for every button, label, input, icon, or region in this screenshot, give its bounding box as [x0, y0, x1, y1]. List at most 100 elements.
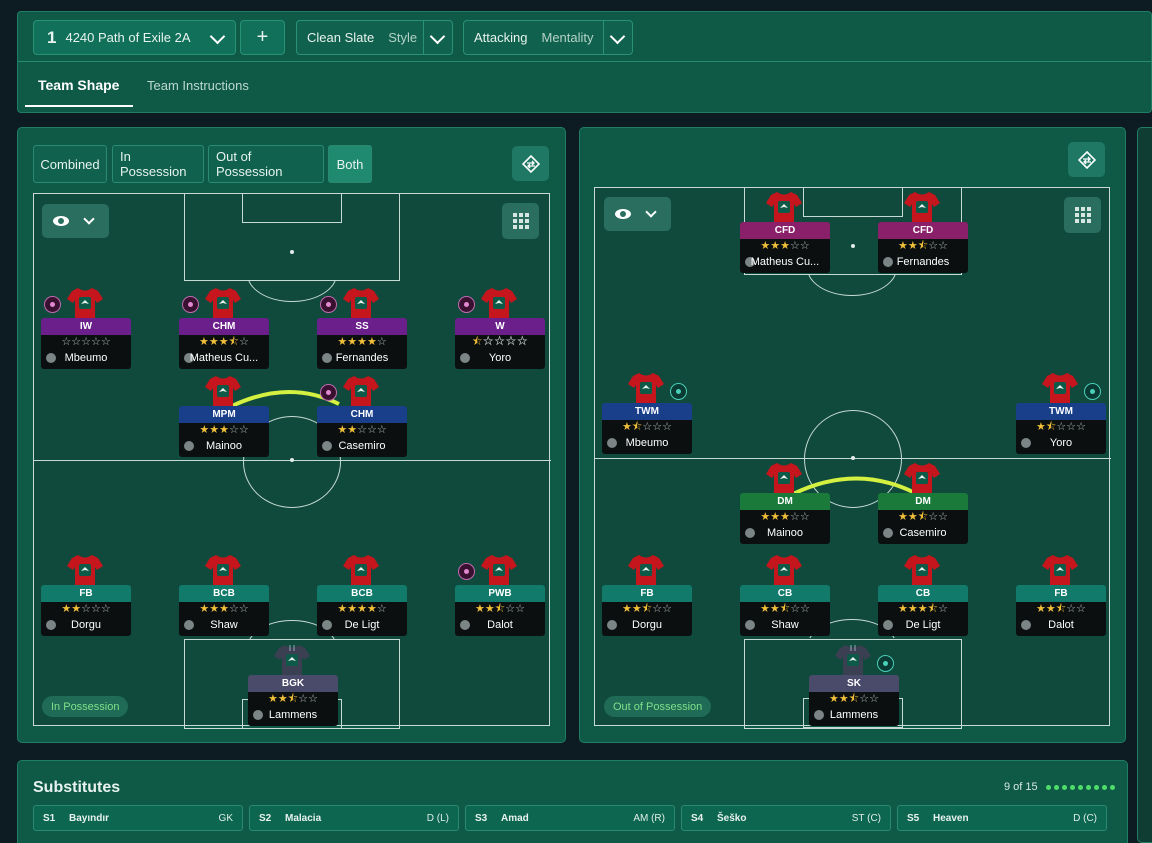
tactic-header: 1 4240 Path of Exile 2A + Clean Slate St… [17, 11, 1152, 113]
player-card[interactable]: IW ☆☆☆☆☆ Mbeumo [41, 288, 131, 369]
sub-name: Šeško [717, 812, 747, 824]
player-card[interactable]: MPM ★★★☆☆ Mainoo [179, 376, 269, 457]
role-label: IW [41, 318, 131, 335]
player-card[interactable]: SK ★★⯪☆☆ Lammens [809, 645, 899, 726]
role-rating-stars: ★★☆☆☆ [337, 424, 387, 436]
player-card-body: ★★★☆☆ Shaw [179, 602, 269, 636]
player-card-body: ★★⯪☆☆ Shaw [740, 602, 830, 636]
player-card[interactable]: FB ★★⯪☆☆ Dalot [1016, 555, 1106, 636]
player-card[interactable]: CHM ★★★⯪☆ Matheus Cu... [179, 288, 269, 369]
style-value: Clean Slate [307, 30, 375, 45]
player-card[interactable]: CB ★★⯪☆☆ Shaw [740, 555, 830, 636]
player-card[interactable]: W ⯪☆☆☆☆ Yoro [455, 288, 545, 369]
player-card[interactable]: CFD ★★★☆☆ Matheus Cu... [740, 192, 830, 273]
role-label: SS [317, 318, 407, 335]
shirt-icon [205, 555, 241, 586]
add-tactic-button[interactable]: + [240, 20, 285, 55]
player-card[interactable]: CFD ★★⯪☆☆ Fernandes [878, 192, 968, 273]
player-name: Dorgu [632, 619, 662, 631]
swap-button[interactable] [512, 146, 549, 181]
player-card-body: ★★★★☆ De Ligt [317, 602, 407, 636]
tab-team-instructions[interactable]: Team Instructions [147, 62, 249, 108]
player-name: Shaw [210, 619, 238, 631]
sub-position: D (C) [1073, 812, 1097, 824]
swap-icon [521, 154, 540, 173]
player-card-body: ★⯪☆☆☆ Yoro [1016, 420, 1106, 454]
substitutes-count: 9 of 15 [1004, 781, 1118, 793]
view-both-button[interactable]: Both [328, 145, 372, 183]
player-card[interactable]: BCB ★★★★☆ De Ligt [317, 555, 407, 636]
player-card[interactable]: TWM ★⯪☆☆☆ Yoro [1016, 373, 1106, 454]
sub-slot[interactable]: S2 Malacia D (L) [249, 805, 459, 831]
player-card-body: ☆☆☆☆☆ Mbeumo [41, 335, 131, 369]
player-name: Mbeumo [64, 352, 108, 364]
role-rating-stars: ★⯪☆☆☆ [1036, 421, 1086, 433]
role-label: W [455, 318, 545, 335]
player-card-body: ★★⯪☆☆ Dalot [1016, 602, 1106, 636]
mentality-dropdown[interactable] [603, 21, 632, 54]
player-card-body: ★★⯪☆☆ Lammens [248, 692, 338, 726]
role-label: TWM [1016, 403, 1106, 420]
mentality-value: Attacking [474, 30, 528, 45]
player-card-body: ★★★☆☆ Matheus Cu... [740, 239, 830, 273]
role-label: CHM [317, 406, 407, 423]
role-label: BGK [248, 675, 338, 692]
player-card[interactable]: TWM ★⯪☆☆☆ Mbeumo [602, 373, 692, 454]
duty-indicator-icon [182, 296, 199, 313]
sub-position: AM (R) [633, 812, 665, 824]
player-card[interactable]: BGK ★★⯪☆☆ Lammens [248, 645, 338, 726]
player-card[interactable]: CB ★★★⯪☆ De Ligt [878, 555, 968, 636]
sub-slot[interactable]: S1 Bayındır GK [33, 805, 243, 831]
player-name: Casemiro [899, 527, 947, 539]
sub-slot[interactable]: S5 Heaven D (C) [897, 805, 1107, 831]
role-rating-stars: ★★★☆☆ [199, 424, 249, 436]
role-rating-stars: ★★★★☆ [337, 336, 387, 348]
chevron-down-icon [209, 28, 226, 45]
shirt-icon [481, 288, 517, 319]
sub-name: Amad [501, 812, 529, 824]
tab-team-shape[interactable]: Team Shape [38, 62, 119, 108]
player-name: Matheus Cu... [750, 256, 820, 268]
shirt-icon [1042, 373, 1078, 404]
player-card-body: ★★⯪☆☆ Lammens [809, 692, 899, 726]
player-name: Mainoo [205, 440, 243, 452]
player-name: Yoro [488, 352, 512, 364]
player-name: Matheus Cu... [189, 352, 259, 364]
role-label: FB [41, 585, 131, 602]
role-rating-stars: ★★★⯪☆ [199, 336, 249, 348]
substitutes-count-dots [1045, 784, 1118, 790]
role-label: TWM [602, 403, 692, 420]
player-card[interactable]: SS ★★★★☆ Fernandes [317, 288, 407, 369]
shirt-icon [67, 555, 103, 586]
player-card[interactable]: CHM ★★☆☆☆ Casemiro [317, 376, 407, 457]
player-card[interactable]: DM ★★⯪☆☆ Casemiro [878, 463, 968, 544]
style-dropdown[interactable] [423, 21, 452, 54]
role-rating-stars: ★★★☆☆ [199, 603, 249, 615]
player-card[interactable]: FB ★★⯪☆☆ Dorgu [602, 555, 692, 636]
role-rating-stars: ★★⯪☆☆ [268, 693, 318, 705]
view-out-of-possession-button[interactable]: Out of Possession [208, 145, 324, 183]
player-card[interactable]: FB ★★☆☆☆ Dorgu [41, 555, 131, 636]
player-list-panel [1137, 127, 1152, 843]
sub-slot-label: S5 [907, 812, 920, 824]
duty-indicator-icon [877, 655, 894, 672]
sub-slot[interactable]: S3 Amad AM (R) [465, 805, 675, 831]
sub-slot[interactable]: S4 Šeško ST (C) [681, 805, 891, 831]
shirt-icon [766, 463, 802, 494]
shirt-icon [1042, 555, 1078, 586]
view-in-possession-button[interactable]: In Possession [112, 145, 204, 183]
player-card-body: ★★⯪☆☆ Dalot [455, 602, 545, 636]
swap-button-right[interactable] [1068, 142, 1105, 177]
tactic-selector[interactable]: 1 4240 Path of Exile 2A [33, 20, 236, 55]
view-combined-button[interactable]: Combined [33, 145, 107, 183]
player-card[interactable]: BCB ★★★☆☆ Shaw [179, 555, 269, 636]
player-card[interactable]: PWB ★★⯪☆☆ Dalot [455, 555, 545, 636]
player-card-body: ★★★☆☆ Mainoo [740, 510, 830, 544]
mentality-selector[interactable]: Attacking Mentality [463, 20, 633, 55]
player-card[interactable]: DM ★★★☆☆ Mainoo [740, 463, 830, 544]
shirt-icon [67, 288, 103, 319]
duty-indicator-icon [1084, 383, 1101, 400]
style-selector[interactable]: Clean Slate Style [296, 20, 453, 55]
player-card-body: ★★★☆☆ Mainoo [179, 423, 269, 457]
sub-name: Bayındır [69, 812, 110, 824]
